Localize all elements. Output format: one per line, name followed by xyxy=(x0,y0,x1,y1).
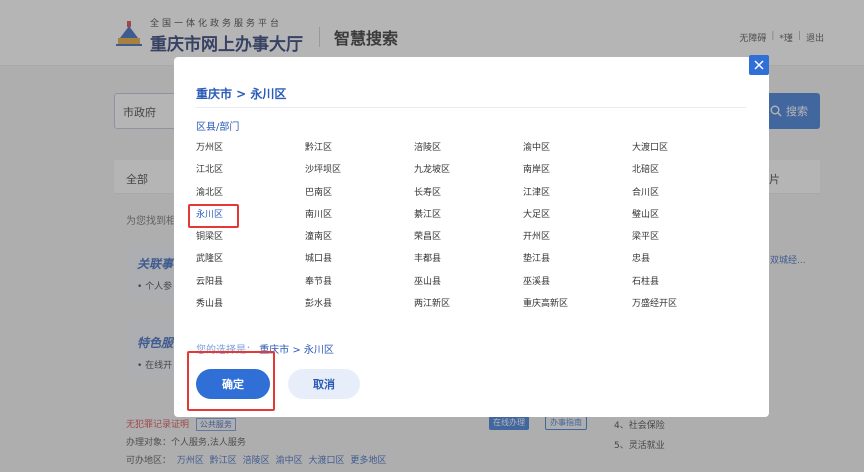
district-option[interactable]: 江北区 xyxy=(196,163,305,185)
district-option[interactable]: 黔江区 xyxy=(305,141,414,163)
district-option[interactable]: 璧山区 xyxy=(632,208,741,230)
district-option[interactable]: 南川区 xyxy=(305,208,414,230)
district-option[interactable]: 垫江县 xyxy=(523,252,632,274)
region-breadcrumb: 重庆市 > 永川区 xyxy=(196,87,287,101)
district-option[interactable]: 潼南区 xyxy=(305,230,414,252)
dialog-divider xyxy=(196,107,746,108)
selected-district-highlight xyxy=(188,204,239,228)
section-label: 区县/部门 xyxy=(196,122,240,133)
district-option[interactable]: 重庆高新区 xyxy=(523,297,632,319)
district-option[interactable]: 沙坪坝区 xyxy=(305,163,414,185)
district-option[interactable]: 长寿区 xyxy=(414,186,523,208)
district-option[interactable]: 石柱县 xyxy=(632,275,741,297)
district-option[interactable]: 城口县 xyxy=(305,252,414,274)
district-option[interactable]: 武隆区 xyxy=(196,252,305,274)
close-icon xyxy=(754,60,764,70)
district-option[interactable]: 巫山县 xyxy=(414,275,523,297)
district-option[interactable]: 彭水县 xyxy=(305,297,414,319)
district-option[interactable]: 铜梁区 xyxy=(196,230,305,252)
district-option[interactable]: 忠县 xyxy=(632,252,741,274)
confirm-button-highlight xyxy=(187,351,275,411)
district-option[interactable]: 梁平区 xyxy=(632,230,741,252)
district-option[interactable]: 两江新区 xyxy=(414,297,523,319)
district-option[interactable]: 合川区 xyxy=(632,186,741,208)
close-button[interactable] xyxy=(749,55,769,75)
district-option[interactable]: 巫溪县 xyxy=(523,275,632,297)
district-option[interactable]: 大足区 xyxy=(523,208,632,230)
district-option[interactable]: 奉节县 xyxy=(305,275,414,297)
district-option[interactable]: 綦江区 xyxy=(414,208,523,230)
cancel-button[interactable]: 取消 xyxy=(288,369,360,399)
district-option[interactable]: 北碚区 xyxy=(632,163,741,185)
district-option[interactable]: 渝中区 xyxy=(523,141,632,163)
district-option[interactable]: 九龙坡区 xyxy=(414,163,523,185)
district-option[interactable]: 江津区 xyxy=(523,186,632,208)
district-option[interactable]: 云阳县 xyxy=(196,275,305,297)
district-option[interactable]: 丰都县 xyxy=(414,252,523,274)
district-option[interactable]: 南岸区 xyxy=(523,163,632,185)
district-option[interactable]: 开州区 xyxy=(523,230,632,252)
district-option[interactable]: 巴南区 xyxy=(305,186,414,208)
district-option[interactable]: 秀山县 xyxy=(196,297,305,319)
district-option[interactable]: 大渡口区 xyxy=(632,141,741,163)
district-option[interactable]: 涪陵区 xyxy=(414,141,523,163)
district-option[interactable]: 荣昌区 xyxy=(414,230,523,252)
district-option[interactable]: 万州区 xyxy=(196,141,305,163)
district-option[interactable]: 万盛经开区 xyxy=(632,297,741,319)
district-grid: 万州区 黔江区 涪陵区 渝中区 大渡口区 江北区 沙坪坝区 九龙坡区 南岸区 北碚区 渝北区 巴南区长… xyxy=(196,141,756,319)
